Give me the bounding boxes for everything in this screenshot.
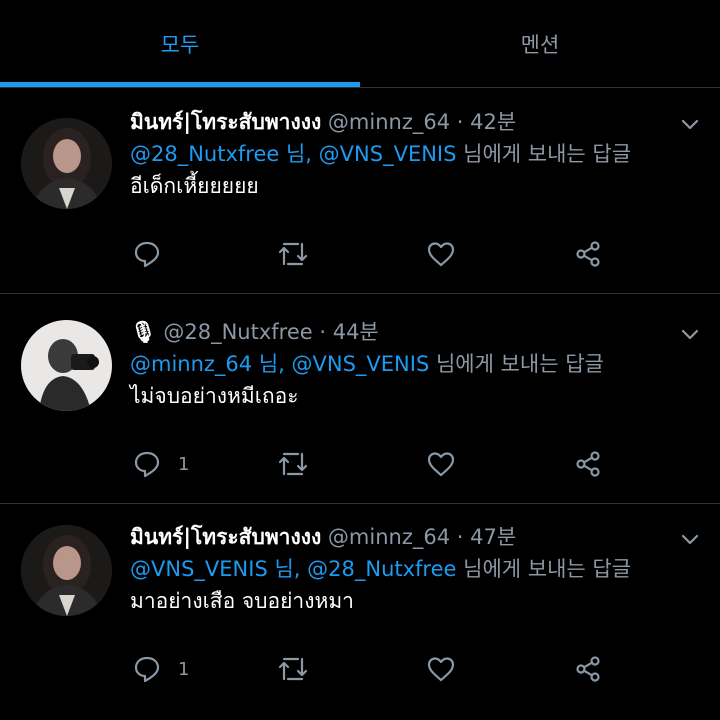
reply-suffix: 님에게 보내는 답글	[456, 557, 632, 581]
tab-mentions[interactable]: 멘션	[360, 0, 720, 88]
reply-context: @VNS_VENIS 님, @28_Nutxfree 님에게 보내는 답글	[130, 553, 631, 583]
reply-icon	[134, 451, 160, 478]
reply-context: @minnz_64 님, @VNS_VENIS 님에게 보내는 답글	[130, 348, 604, 378]
tweet-item[interactable]: 🎙 @28_Nutxfree · 44분 @minnz_64 님, @VNS_V…	[0, 298, 720, 504]
separator: ·	[450, 110, 471, 134]
like-button[interactable]	[426, 653, 456, 685]
mention-link[interactable]: @minnz_64	[130, 352, 252, 376]
tweet-header: มินทร์|โทระสับพางงง @minnz_64 · 42분	[130, 106, 516, 139]
reply-icon	[134, 656, 160, 683]
mention-link[interactable]: @VNS_VENIS	[319, 142, 457, 166]
reply-suffix: 님에게 보내는 답글	[429, 352, 604, 376]
reply-button[interactable]: 1	[132, 653, 189, 685]
chevron-down-icon[interactable]	[678, 527, 702, 551]
display-name[interactable]: มินทร์|โทระสับพางงง	[130, 110, 321, 134]
chevron-down-icon[interactable]	[678, 322, 702, 346]
share-button[interactable]	[573, 448, 603, 480]
share-icon	[576, 451, 600, 477]
retweet-button[interactable]	[277, 448, 309, 480]
like-button[interactable]	[426, 238, 456, 270]
retweet-icon	[278, 242, 308, 266]
tweet-header: 🎙 @28_Nutxfree · 44분	[130, 316, 379, 346]
retweet-icon	[278, 452, 308, 476]
avatar[interactable]	[21, 525, 112, 616]
display-name[interactable]: มินทร์|โทระสับพางงง	[130, 525, 321, 549]
reply-count: 1	[178, 453, 190, 475]
tweet-header: มินทร์|โทระสับพางงง @minnz_64 · 47분	[130, 521, 516, 554]
avatar[interactable]	[21, 118, 112, 209]
mention-separator: 님,	[267, 557, 308, 581]
timestamp[interactable]: 42분	[470, 110, 516, 134]
like-icon	[427, 242, 455, 267]
mention-link[interactable]: @28_Nutxfree	[307, 557, 456, 581]
reply-icon	[134, 241, 160, 268]
like-button[interactable]	[426, 448, 456, 480]
like-icon	[427, 452, 455, 477]
handle[interactable]: @minnz_64	[328, 525, 450, 549]
share-icon	[576, 241, 600, 267]
mention-link[interactable]: @VNS_VENIS	[130, 557, 268, 581]
mention-separator: 님,	[279, 142, 319, 166]
retweet-icon	[278, 657, 308, 681]
avatar[interactable]	[21, 320, 112, 411]
tweet-item[interactable]: มินทร์|โทระสับพางงง @minnz_64 · 47분 @VNS…	[0, 503, 720, 708]
mention-separator: 님,	[252, 352, 292, 376]
reply-button[interactable]: 1	[132, 448, 189, 480]
tweet-text: อีเด็กเหี้ยยยยย	[130, 174, 259, 198]
timestamp[interactable]: 44분	[333, 320, 379, 344]
tab-all[interactable]: 모두	[0, 0, 360, 88]
retweet-button[interactable]	[277, 238, 309, 270]
display-name[interactable]: 🎙	[130, 320, 157, 344]
mention-link[interactable]: @VNS_VENIS	[292, 352, 430, 376]
mention-link[interactable]: @28_Nutxfree	[130, 142, 279, 166]
timestamp[interactable]: 47분	[470, 525, 516, 549]
separator: ·	[450, 525, 471, 549]
separator: ·	[312, 320, 333, 344]
reply-count: 1	[178, 658, 190, 680]
tweet-item[interactable]: มินทร์|โทระสับพางงง @minnz_64 · 42분 @28_…	[0, 88, 720, 294]
tweet-text: มาอย่างเสือ จบอย่างหมา	[130, 589, 354, 613]
share-icon	[576, 656, 600, 682]
share-button[interactable]	[573, 653, 603, 685]
reply-suffix: 님에게 보내는 답글	[456, 142, 632, 166]
like-icon	[427, 657, 455, 682]
retweet-button[interactable]	[277, 653, 309, 685]
handle[interactable]: @minnz_64	[328, 110, 450, 134]
reply-button[interactable]	[132, 238, 178, 270]
handle[interactable]: @28_Nutxfree	[163, 320, 312, 344]
chevron-down-icon[interactable]	[678, 112, 702, 136]
tweet-text: ไม่จบอย่างหมีเถอะ	[130, 384, 299, 408]
reply-context: @28_Nutxfree 님, @VNS_VENIS 님에게 보내는 답글	[130, 138, 631, 168]
share-button[interactable]	[573, 238, 603, 270]
tab-bar: 모두 멘션	[0, 0, 720, 88]
